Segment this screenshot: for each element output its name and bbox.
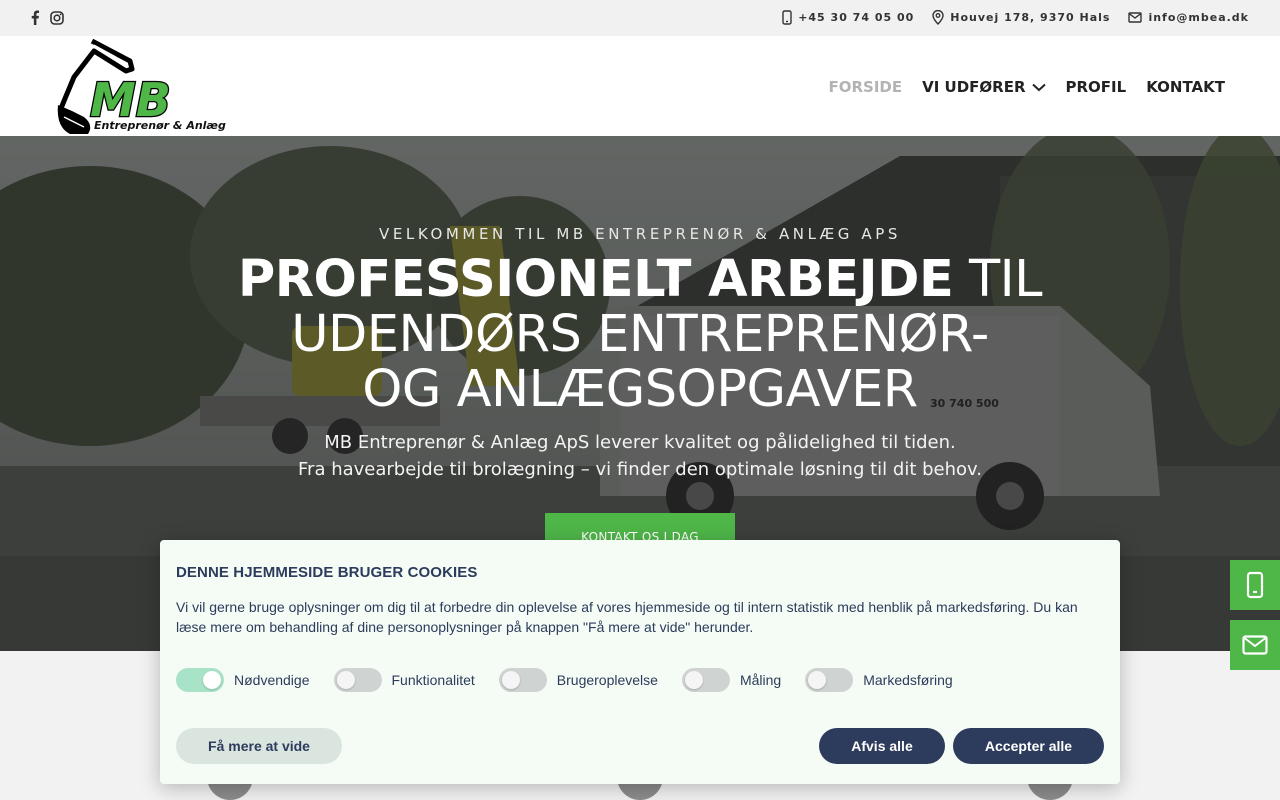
hero-subtitle: MB Entreprenør & Anlæg ApS leverer kvali… [0,429,1280,483]
hero-subtitle-line1: MB Entreprenør & Anlæg ApS leverer kvali… [324,432,956,453]
site-header: MB Entreprenør & Anlæg FORSIDE VI UDFØRE… [0,36,1280,136]
address-text: Houvej 178, 9370 Hals [950,11,1111,24]
email-text: info@mbea.dk [1148,11,1249,24]
nav-item-kontakt[interactable]: KONTAKT [1146,78,1225,96]
toggle-functionality[interactable]: Funktionalitet [333,668,475,692]
reject-all-button[interactable]: Afvis alle [819,728,945,764]
hero-title: PROFESSIONELT ARBEJDE TIL UDENDØRS ENTRE… [0,252,1280,417]
phone-link[interactable]: +45 30 74 05 00 [782,10,914,25]
mobile-phone-icon [782,10,792,25]
nav-item-vi-udforer[interactable]: VI UDFØRER [922,78,1046,96]
side-phone-button[interactable] [1230,560,1280,610]
address-link[interactable]: Houvej 178, 9370 Hals [932,10,1110,25]
toggle-switch[interactable] [805,668,854,692]
mobile-phone-icon [1246,571,1264,599]
nav-item-profil[interactable]: PROFIL [1066,78,1127,96]
hero-title-line3: OG ANLÆGSOPGAVER [362,360,918,419]
toggle-label: Markedsføring [863,672,953,688]
toggle-measurement[interactable]: Måling [681,668,782,692]
toggle-switch[interactable] [498,668,547,692]
facebook-icon[interactable] [28,9,42,26]
email-link[interactable]: info@mbea.dk [1128,11,1249,24]
logo-tagline: Entreprenør & Anlæg [94,119,226,132]
nav-item-forside[interactable]: FORSIDE [828,78,902,96]
contact-info: +45 30 74 05 00 Houvej 178, 9370 Hals in… [782,10,1249,25]
toggle-label: Brugeroplevelse [556,672,658,688]
instagram-icon[interactable] [50,9,64,26]
toggle-user-experience[interactable]: Brugeroplevelse [498,668,658,692]
learn-more-button[interactable]: Få mere at vide [176,728,342,764]
toggle-switch[interactable] [333,668,382,692]
phone-text: +45 30 74 05 00 [798,11,915,24]
social-links [28,9,64,26]
toggle-switch[interactable] [681,668,730,692]
hero-title-rest: TIL [953,250,1043,309]
envelope-icon [1128,12,1143,23]
toggle-label: Måling [739,672,782,688]
toggle-switch[interactable] [176,668,224,692]
envelope-icon [1242,635,1268,655]
toggle-marketing[interactable]: Markedsføring [805,668,953,692]
side-email-button[interactable] [1230,620,1280,670]
cookie-description: Vi vil gerne bruge oplysninger om dig ti… [176,599,1078,635]
hero-kicker: VELKOMMEN TIL MB ENTREPRENØR & ANLÆG APS [378,225,902,243]
accept-all-button[interactable]: Accepter alle [953,728,1104,764]
map-pin-icon [932,10,944,25]
toggle-label: Nødvendige [234,672,310,688]
cookie-toggles: Nødvendige Funktionalitet Brugeroplevels… [176,668,953,692]
cookie-title: DENNE HJEMMESIDE BRUGER COOKIES [176,564,478,581]
cookie-consent-dialog: DENNE HJEMMESIDE BRUGER COOKIES Vi vil g… [160,540,1120,784]
company-logo[interactable]: MB Entreprenør & Anlæg [54,38,239,136]
toggle-label: Funktionalitet [391,672,475,688]
toggle-necessary[interactable]: Nødvendige [176,668,310,692]
hero-title-line2: UDENDØRS ENTREPRENØR- [291,305,989,364]
chevron-down-icon [1031,83,1046,91]
hero-subtitle-line2: Fra havearbejde til brolægning – vi find… [298,459,982,480]
main-nav: FORSIDE VI UDFØRER PROFIL KONTAKT [828,78,1225,96]
hero-title-bold: PROFESSIONELT ARBEJDE [237,250,954,309]
top-bar: +45 30 74 05 00 Houvej 178, 9370 Hals in… [0,0,1280,36]
